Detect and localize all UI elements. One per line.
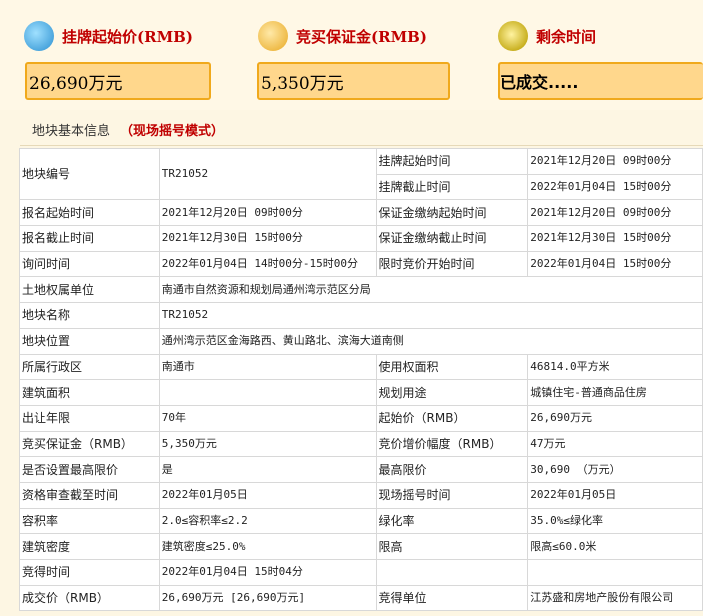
table-row: 建筑面积 规划用途 城镇住宅-普通商品住房: [19, 379, 703, 406]
table-row: 地块编号 TR21052 挂牌起始时间 2021年12月20日 09时00分: [19, 147, 703, 201]
cell-label: 竞得单位: [375, 584, 529, 612]
table-row: 资格审查截至时间 2022年01月05日 现场摇号时间 2022年01月05日: [19, 481, 703, 509]
cell-value: 建筑密度≤25.0%: [158, 533, 377, 560]
deposit-header: 竞买保证金(RMB): [258, 18, 427, 54]
table-row: 报名截止时间 2021年12月30日 15时00分 保证金缴纳截止时间 2021…: [19, 225, 703, 252]
cell-value: 30,690 （万元）: [527, 456, 703, 483]
cell-value: 2021年12月20日 09时00分: [158, 199, 377, 227]
cell-value: TR21052: [158, 302, 703, 329]
cell-value: 城镇住宅-普通商品住房: [527, 379, 703, 406]
cell-value: 46814.0平方米: [527, 353, 703, 381]
parcel-no-value: TR21052: [158, 147, 377, 201]
cell-value: 是: [158, 456, 377, 483]
parcel-no-label: 地块编号: [19, 147, 160, 201]
start-price-label: 挂牌起始价(RMB): [62, 27, 193, 46]
bidding-mode-label: （现场摇号模式）: [120, 124, 225, 139]
cell-label: 绿化率: [375, 507, 529, 535]
cell-value: 2021年12月30日 15时00分: [158, 225, 377, 252]
cell-label: 竞得时间: [19, 559, 160, 586]
alarm-clock-icon: [498, 21, 528, 51]
table-row: 地块名称 TR21052: [19, 302, 703, 329]
cell-value: 江苏盛和房地产股份有限公司: [527, 584, 703, 612]
table-row: 报名起始时间 2021年12月20日 09时00分 保证金缴纳起始时间 2021…: [19, 199, 703, 227]
listing-end-label: 挂牌截止时间: [375, 173, 529, 201]
table-row: 出让年限 70年 起始价（RMB） 26,690万元: [19, 404, 703, 432]
cell-value: 26,690万元 [26,690万元]: [158, 584, 377, 612]
cell-value: [158, 379, 377, 406]
cell-value: 南通市: [158, 353, 377, 381]
section-divider: [20, 145, 703, 146]
start-price-header: 挂牌起始价(RMB): [24, 18, 193, 54]
cell-value: 2022年01月05日: [158, 481, 377, 509]
cell-value: 47万元: [527, 430, 703, 458]
cell-value: 2022年01月04日 15时04分: [158, 559, 377, 586]
cell-label: 询问时间: [19, 250, 160, 278]
price-header: 挂牌起始价(RMB) 竞买保证金(RMB) 剩余时间 26,690万元 5,35…: [0, 0, 703, 110]
cell-label: 使用权面积: [375, 353, 529, 381]
cell-label: 建筑面积: [19, 379, 160, 406]
cell-label: 资格审查截至时间: [19, 481, 160, 509]
listing-start-label: 挂牌起始时间: [375, 148, 529, 175]
cell-label: 报名截止时间: [19, 225, 160, 252]
deposit-label: 竞买保证金(RMB): [296, 27, 427, 46]
table-row: 询问时间 2022年01月04日 14时00分-15时00分 限时竞价开始时间 …: [19, 250, 703, 278]
cell-value: 2022年01月05日: [527, 481, 703, 509]
cell-label: 规划用途: [375, 379, 529, 406]
cell-value: 通州湾示范区金海路西、黄山路北、滨海大道南侧: [158, 327, 703, 355]
table-row: 竞得时间 2022年01月04日 15时04分: [19, 559, 703, 586]
cell-label: 竞价增价幅度（RMB）: [375, 430, 529, 458]
cell-label: 保证金缴纳起始时间: [375, 199, 529, 227]
cell-label: 起始价（RMB）: [375, 404, 529, 432]
cell-value: 2021年12月20日 09时00分: [527, 199, 703, 227]
cell-label: 保证金缴纳截止时间: [375, 225, 529, 252]
cell-label: 容积率: [19, 507, 160, 535]
cell-label: 成交价（RMB）: [19, 584, 160, 612]
cell-value: 26,690万元: [527, 404, 703, 432]
parcel-info-table: 地块编号 TR21052 挂牌起始时间 2021年12月20日 09时00分 挂…: [19, 147, 703, 612]
cell-value: 35.0%≤绿化率: [527, 507, 703, 535]
cell-label: 报名起始时间: [19, 199, 160, 227]
remaining-value: 已成交.....: [498, 62, 703, 100]
cell-value: 5,350万元: [158, 430, 377, 458]
cell-label: 地块位置: [19, 327, 160, 355]
cell-value: 2022年01月04日 15时00分: [527, 250, 703, 278]
cell-label: 地块名称: [19, 302, 160, 329]
cell-label: 所属行政区: [19, 353, 160, 381]
money-bag-icon: [258, 21, 288, 51]
remaining-header: 剩余时间: [498, 18, 596, 54]
table-row: 容积率 2.0≤容积率≤2.2 绿化率 35.0%≤绿化率: [19, 507, 703, 535]
cell-value: [527, 559, 703, 586]
cell-value: 2.0≤容积率≤2.2: [158, 507, 377, 535]
listing-end-value: 2022年01月04日 15时00分: [527, 173, 703, 201]
start-price-value: 26,690万元: [25, 62, 211, 100]
section-title: 地块基本信息 （现场摇号模式）: [32, 120, 224, 139]
table-row: 成交价（RMB） 26,690万元 [26,690万元] 竞得单位 江苏盛和房地产股份…: [19, 584, 703, 612]
deposit-value: 5,350万元: [257, 62, 450, 100]
cell-label: [375, 559, 529, 586]
cell-label: 是否设置最高限价: [19, 456, 160, 483]
cell-label: 最高限价: [375, 456, 529, 483]
cell-label: 土地权属单位: [19, 276, 160, 304]
coin-calculator-icon: [24, 21, 54, 51]
listing-start-value: 2021年12月20日 09时00分: [527, 148, 703, 175]
table-row: 建筑密度 建筑密度≤25.0% 限高 限高≤60.0米: [19, 533, 703, 560]
cell-label: 限时竞价开始时间: [375, 250, 529, 278]
cell-label: 现场摇号时间: [375, 481, 529, 509]
table-row: 竞买保证金（RMB） 5,350万元 竞价增价幅度（RMB） 47万元: [19, 430, 703, 458]
remaining-label: 剩余时间: [536, 27, 597, 46]
cell-label: 限高: [375, 533, 529, 560]
table-row: 土地权属单位 南通市自然资源和规划局通州湾示范区分局: [19, 276, 703, 304]
cell-value: 2021年12月30日 15时00分: [527, 225, 703, 252]
section-title-text: 地块基本信息: [32, 124, 111, 139]
cell-value: 南通市自然资源和规划局通州湾示范区分局: [158, 276, 703, 304]
table-row: 是否设置最高限价是最高限价 30,690 （万元）: [19, 456, 703, 483]
cell-label: 建筑密度: [19, 533, 160, 560]
cell-label: 竞买保证金（RMB）: [19, 430, 160, 458]
table-row: 所属行政区 南通市 使用权面积 46814.0平方米: [19, 353, 703, 381]
cell-value: 限高≤60.0米: [527, 533, 703, 560]
cell-label: 出让年限: [19, 404, 160, 432]
cell-value: 2022年01月04日 14时00分-15时00分: [158, 250, 377, 278]
cell-value: 70年: [158, 404, 377, 432]
table-row: 地块位置 通州湾示范区金海路西、黄山路北、滨海大道南侧: [19, 327, 703, 355]
